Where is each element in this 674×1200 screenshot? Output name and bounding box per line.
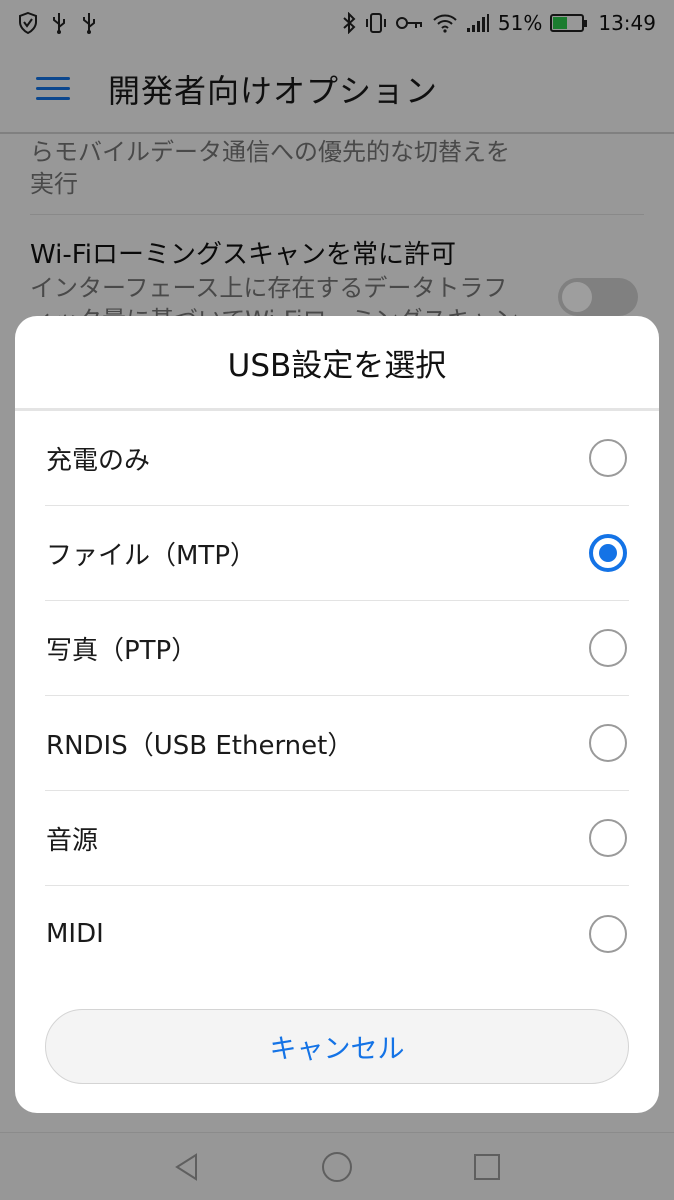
cancel-button[interactable]: キャンセル [45, 1009, 629, 1084]
dialog-title: USB設定を選択 [227, 347, 447, 384]
usb-option-rndis[interactable]: RNDIS（USB Ethernet） [45, 696, 629, 791]
radio-button[interactable] [589, 819, 627, 857]
radio-button[interactable] [589, 724, 627, 762]
usb-option-photo-ptp[interactable]: 写真（PTP） [45, 601, 629, 696]
option-label: RNDIS（USB Ethernet） [46, 730, 354, 761]
usb-option-audio[interactable]: 音源 [45, 791, 629, 886]
usb-option-list: 充電のみ ファイル（MTP） 写真（PTP） RNDIS（USB Etherne… [15, 411, 659, 981]
option-label: 写真（PTP） [46, 635, 198, 666]
usb-option-charge-only[interactable]: 充電のみ [45, 411, 629, 506]
radio-button[interactable] [589, 439, 627, 477]
usb-option-file-mtp[interactable]: ファイル（MTP） [45, 506, 629, 601]
option-label: MIDI [46, 918, 104, 949]
radio-button[interactable] [589, 534, 627, 572]
option-label: ファイル（MTP） [46, 540, 256, 571]
radio-button[interactable] [589, 629, 627, 667]
usb-settings-dialog: USB設定を選択 充電のみ ファイル（MTP） 写真（PTP） RNDIS（US… [15, 316, 659, 1113]
usb-option-midi[interactable]: MIDI [45, 886, 629, 981]
option-label: 充電のみ [46, 445, 151, 476]
option-label: 音源 [46, 825, 99, 856]
radio-button[interactable] [589, 914, 627, 953]
